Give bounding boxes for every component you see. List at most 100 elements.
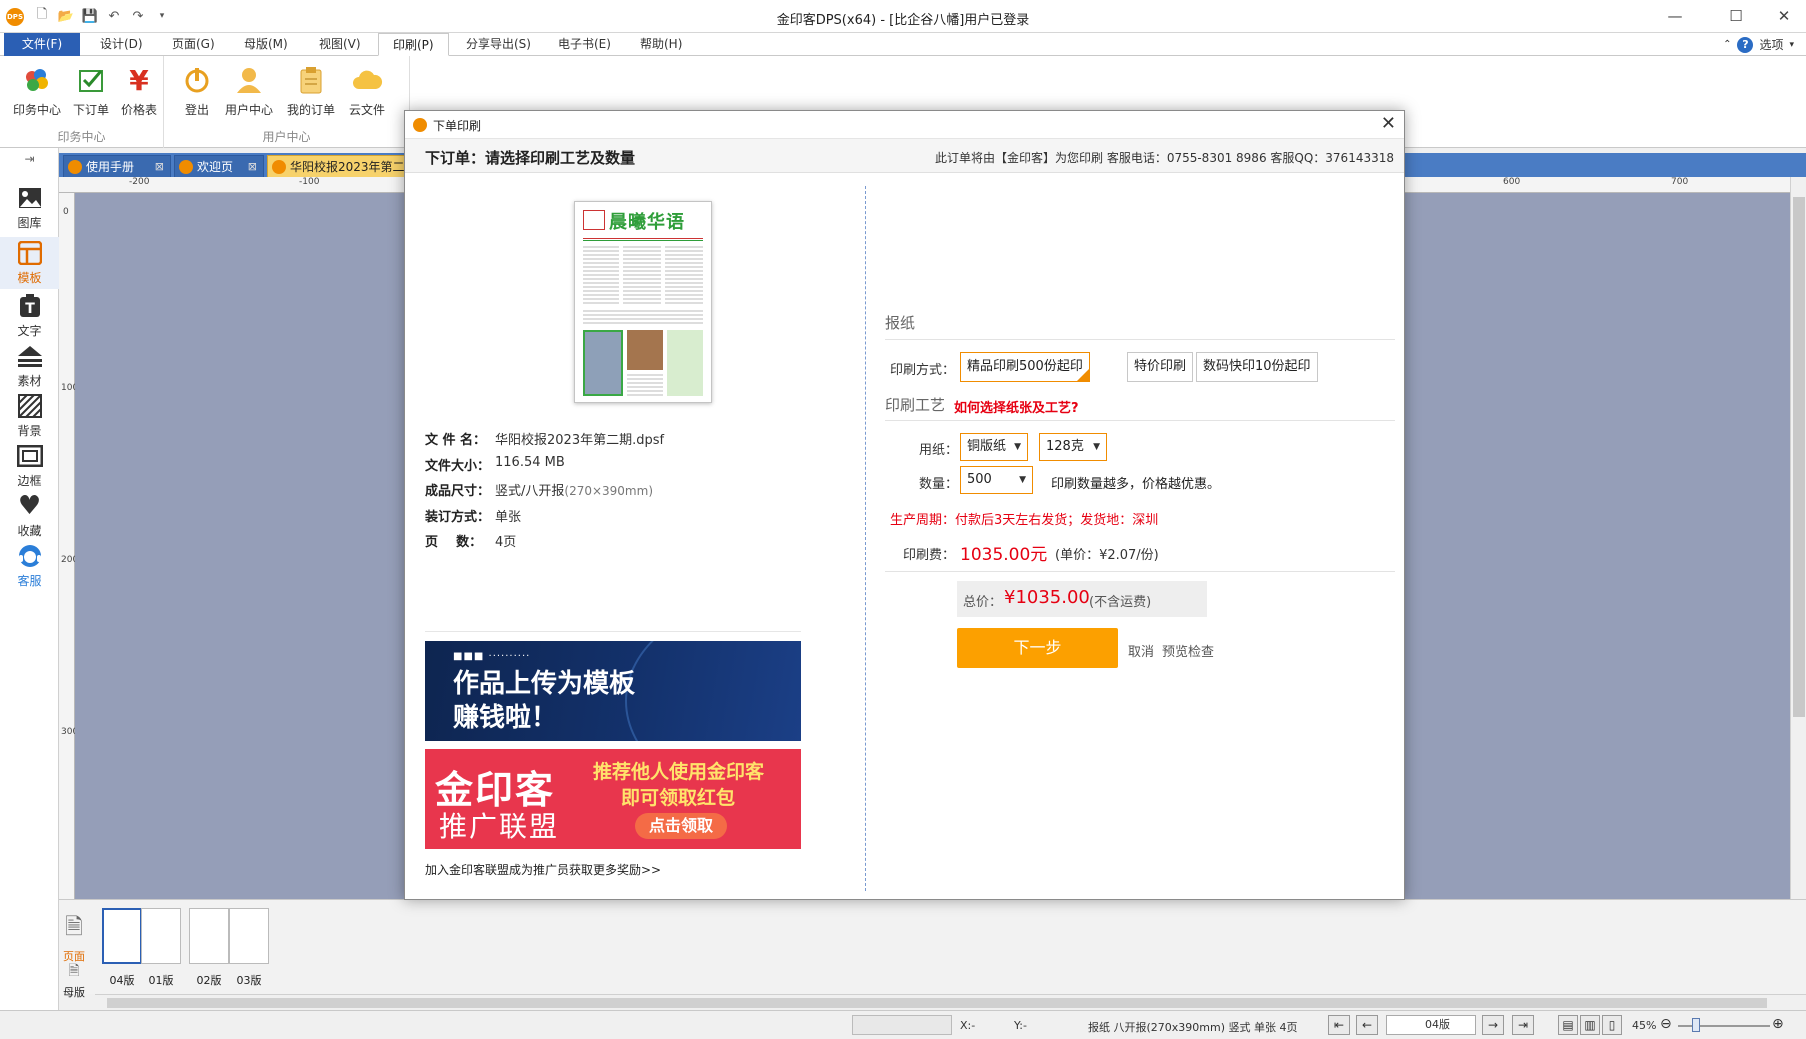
my-orders-button[interactable]: 我的订单 bbox=[284, 62, 338, 118]
next-step-button[interactable]: 下一步 bbox=[957, 628, 1118, 668]
zoom-out-icon[interactable]: ⊖ bbox=[1660, 1016, 1672, 1032]
horizontal-scrollbar[interactable] bbox=[95, 994, 1806, 1010]
page-thumb-01[interactable] bbox=[141, 908, 181, 964]
sidebar-item-materials[interactable]: 素材 bbox=[0, 342, 59, 392]
page-select[interactable]: 04版 bbox=[1386, 1015, 1476, 1035]
ruler-tick: 600 bbox=[1503, 177, 1521, 187]
paper-guide-link[interactable]: 如何选择纸张及工艺? bbox=[954, 397, 1079, 416]
product-section-title: 报纸 bbox=[885, 314, 916, 332]
master-panel-button[interactable]: 🗎 母版 bbox=[59, 960, 89, 999]
first-page-icon[interactable]: ⇤ bbox=[1328, 1015, 1350, 1035]
text-column bbox=[623, 246, 661, 306]
tab-print[interactable]: 印刷(P) bbox=[378, 33, 449, 56]
zoom-slider-handle[interactable] bbox=[1692, 1018, 1700, 1032]
doc-tab-manual[interactable]: 使用手册 ⊠ bbox=[63, 155, 171, 177]
close-tab-icon[interactable]: ⊠ bbox=[248, 156, 257, 178]
page-thumb-label: 03版 bbox=[236, 974, 262, 987]
paper-type-select[interactable]: 铜版纸 ▼ bbox=[960, 433, 1028, 461]
headset-icon bbox=[16, 542, 44, 570]
collapse-ribbon-icon[interactable]: ⌃ bbox=[1723, 39, 1731, 50]
text-column bbox=[583, 246, 619, 306]
vertical-scroll-thumb[interactable] bbox=[1793, 197, 1805, 717]
sidebar-item-templates[interactable]: 模板 bbox=[0, 237, 59, 289]
menu-right: ⌃ ? 选项 ▾ bbox=[1723, 36, 1794, 53]
claim-button[interactable]: 点击领取 bbox=[635, 813, 727, 839]
check-icon: ✓ bbox=[1081, 365, 1088, 374]
last-page-icon[interactable]: ⇥ bbox=[1512, 1015, 1534, 1035]
tab-help[interactable]: 帮助(H) bbox=[626, 33, 696, 56]
maximize-icon[interactable]: ☐ bbox=[1710, 0, 1762, 32]
sidebar-item-border[interactable]: 边框 bbox=[0, 442, 59, 492]
sidebar-item-support[interactable]: 客服 bbox=[0, 542, 59, 592]
spread-view-icon[interactable]: ▥ bbox=[1580, 1015, 1600, 1035]
doc-tab-newspaper[interactable]: 华阳校报2023年第二 bbox=[267, 155, 407, 177]
sidebar-item-favorites[interactable]: ♥ 收藏 bbox=[0, 491, 59, 542]
tab-design[interactable]: 设计(D) bbox=[86, 33, 157, 56]
view-mode-icon[interactable]: ▤ bbox=[1558, 1015, 1578, 1035]
paper-weight-select[interactable]: 128克 ▼ bbox=[1039, 433, 1107, 461]
options-link[interactable]: 选项 bbox=[1759, 36, 1783, 53]
sidebar-collapse-button[interactable]: ⇥ bbox=[0, 152, 59, 172]
newspaper-logo bbox=[583, 210, 605, 230]
pages-panel-button[interactable]: 🗎 页面 bbox=[59, 910, 89, 963]
page-thumb-02[interactable] bbox=[189, 908, 229, 964]
yen-icon: ¥ bbox=[129, 63, 149, 97]
page-thumb-label: 01版 bbox=[148, 974, 174, 987]
close-window-icon[interactable]: ✕ bbox=[1758, 0, 1806, 32]
zoom-in-icon[interactable]: ⊕ bbox=[1772, 1016, 1784, 1032]
page-thumb-04[interactable] bbox=[102, 908, 142, 964]
sidebar-label-materials: 素材 bbox=[17, 374, 42, 388]
close-tab-icon[interactable]: ⊠ bbox=[155, 156, 164, 178]
user-center-button[interactable]: 用户中心 bbox=[222, 62, 276, 118]
affiliate-link[interactable]: 加入金印客联盟成为推广员获取更多奖励>> bbox=[425, 861, 661, 878]
sidebar-label-gallery: 图库 bbox=[17, 216, 42, 230]
prev-page-icon[interactable]: ← bbox=[1356, 1015, 1378, 1035]
cursor-y: Y:- bbox=[1014, 1019, 1027, 1032]
cloud-files-button[interactable]: 云文件 bbox=[340, 62, 394, 118]
template-icon bbox=[16, 239, 44, 267]
page-thumb-03[interactable] bbox=[229, 908, 269, 964]
print-method-label: 印刷方式： bbox=[890, 363, 956, 378]
help-icon[interactable]: ? bbox=[1737, 36, 1754, 53]
dropdown-arrow-icon: ▼ bbox=[1014, 442, 1021, 452]
print-center-button[interactable]: 印务中心 bbox=[10, 62, 64, 118]
tab-page[interactable]: 页面(G) bbox=[158, 33, 229, 56]
place-order-button[interactable]: 下订单 bbox=[64, 62, 118, 118]
horizontal-scroll-thumb[interactable] bbox=[107, 998, 1767, 1008]
tab-ebook[interactable]: 电子书(E) bbox=[544, 33, 625, 56]
price-list-button[interactable]: ¥ 价格表 bbox=[112, 62, 166, 118]
sidebar-item-background[interactable]: 背景 bbox=[0, 392, 59, 442]
quantity-select[interactable]: 500 ▼ bbox=[960, 466, 1033, 494]
preview-check-link[interactable]: 预览检查 bbox=[1162, 641, 1214, 660]
cancel-link[interactable]: 取消 bbox=[1128, 641, 1154, 660]
file-name-value: 华阳校报2023年第二期.dpsf bbox=[495, 433, 665, 448]
vertical-ruler: 0 100 200 300 bbox=[59, 193, 78, 899]
sidebar-item-text[interactable]: T 文字 bbox=[0, 292, 59, 342]
next-page-icon[interactable]: → bbox=[1482, 1015, 1504, 1035]
quantity-value: 500 bbox=[967, 472, 992, 487]
doc-tab-welcome[interactable]: 欢迎页 ⊠ bbox=[174, 155, 264, 177]
print-method-discount[interactable]: 特价印刷 bbox=[1127, 352, 1194, 382]
sidebar-item-gallery[interactable]: 图库 bbox=[0, 184, 59, 234]
affiliate-promo-line2: 即可领取红包 bbox=[621, 787, 736, 809]
text-column bbox=[583, 310, 703, 326]
upload-template-banner[interactable]: ■■■ ·········· 作品上传为模板 赚钱啦！ bbox=[425, 641, 801, 741]
close-dialog-icon[interactable]: ✕ bbox=[1381, 113, 1396, 134]
single-view-icon[interactable]: ▯ bbox=[1602, 1015, 1622, 1035]
cursor-x: X:- bbox=[960, 1019, 976, 1032]
sidebar-label-templates: 模板 bbox=[17, 271, 42, 285]
options-dropdown-icon[interactable]: ▾ bbox=[1789, 40, 1794, 50]
vertical-scrollbar[interactable] bbox=[1790, 177, 1806, 899]
logout-button[interactable]: 登出 bbox=[170, 62, 224, 118]
tab-share-export[interactable]: 分享导出(S) bbox=[452, 33, 545, 56]
image-icon bbox=[16, 184, 44, 212]
tab-master[interactable]: 母版(M) bbox=[230, 33, 302, 56]
tab-file[interactable]: 文件(F) bbox=[4, 33, 80, 56]
print-method-premium[interactable]: 精品印刷500份起印 ✓ bbox=[960, 352, 1090, 382]
tab-view[interactable]: 视图(V) bbox=[305, 33, 375, 56]
minimize-icon[interactable]: — bbox=[1649, 0, 1701, 32]
page-count-key: 页 数： bbox=[425, 535, 483, 550]
affiliate-promo-line1: 推荐他人使用金印客 bbox=[593, 761, 765, 783]
print-method-digital[interactable]: 数码快印10份起印 bbox=[1196, 352, 1318, 382]
affiliate-banner[interactable]: 金印客 推广联盟 推荐他人使用金印客 即可领取红包 点击领取 bbox=[425, 749, 801, 849]
